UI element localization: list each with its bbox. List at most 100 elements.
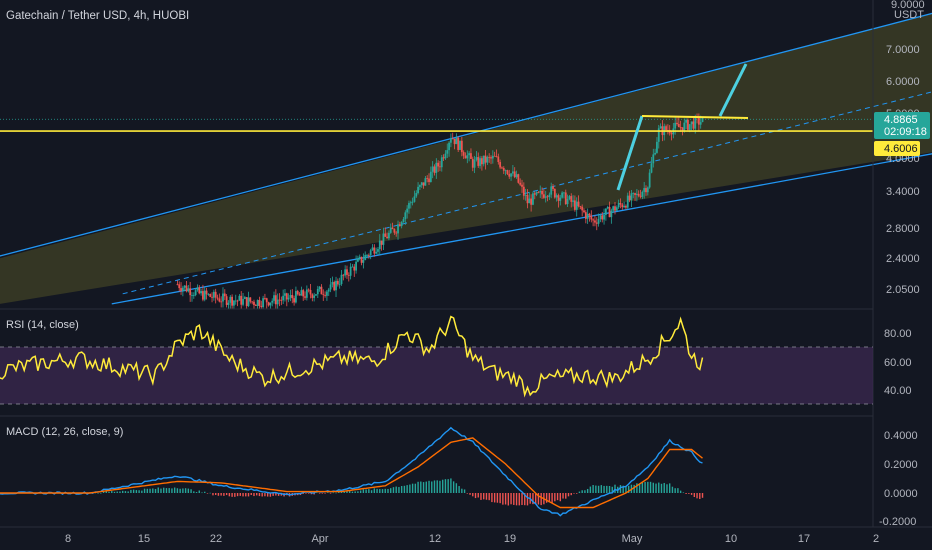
rsi-tick: 60.00 — [884, 357, 912, 369]
rsi-band-fill — [0, 347, 873, 404]
time-tick: 10 — [725, 533, 737, 545]
macd-histogram-bar — [198, 490, 200, 493]
macd-histogram-bar — [679, 490, 682, 493]
macd-histogram-bar — [195, 492, 198, 493]
macd-histogram-bar — [406, 485, 408, 493]
macd-histogram-bar — [362, 489, 365, 493]
macd-histogram-bar — [160, 488, 162, 493]
macd-histogram-bar — [576, 493, 578, 494]
macd-histogram-bar — [258, 493, 261, 497]
macd-histogram-bar — [608, 485, 611, 493]
macd-histogram-bar — [513, 493, 515, 505]
macd-histogram-bar — [321, 493, 324, 494]
macd-tick: 0.2000 — [884, 459, 918, 471]
price-tick: 2.8000 — [886, 223, 920, 235]
macd-histogram-bar — [176, 488, 179, 493]
macd-histogram-bar — [163, 487, 165, 493]
macd-histogram-bar — [324, 493, 326, 494]
macd-histogram-bar — [111, 491, 113, 493]
macd-histogram-bar — [239, 493, 242, 496]
macd-histogram-bar — [138, 490, 140, 493]
macd-histogram-bar — [373, 488, 376, 493]
macd-histogram-bar — [671, 486, 674, 493]
macd-histogram-bar — [245, 493, 247, 497]
macd-histogram-bar — [491, 493, 493, 503]
macd-histogram-bar — [499, 493, 501, 504]
candle[interactable] — [517, 173, 520, 184]
candle[interactable] — [553, 188, 556, 199]
macd-histogram-bar — [570, 493, 572, 496]
macd-histogram-bar — [433, 480, 436, 493]
candle[interactable] — [457, 136, 460, 152]
macd-histogram-bar — [212, 493, 214, 496]
price-tick: 7.0000 — [886, 44, 920, 56]
macd-histogram-bar — [168, 488, 170, 493]
macd-histogram-bar — [329, 493, 332, 494]
macd-histogram-bar — [682, 492, 685, 494]
macd-histogram-bar — [108, 491, 110, 493]
price-tick: 3.4000 — [886, 186, 920, 198]
macd-histogram-bar — [105, 491, 107, 493]
macd-histogram-bar — [554, 493, 556, 502]
macd-histogram-bar — [597, 485, 600, 493]
macd-histogram-bar — [488, 493, 490, 501]
macd-histogram-bar — [701, 493, 704, 498]
macd-histogram-bar — [154, 488, 157, 493]
price-tick: 2.0500 — [886, 284, 920, 296]
price-axis-unit: USDT — [894, 9, 924, 21]
macd-tick: 0.4000 — [884, 430, 918, 442]
macd-histogram-bar — [480, 493, 482, 500]
candle[interactable] — [333, 280, 336, 292]
macd-tick: -0.2000 — [879, 516, 916, 528]
macd-histogram-bar — [152, 488, 154, 493]
last-price-tag: 4.8865 02:09:18 — [874, 112, 930, 139]
macd-histogram-bar — [581, 490, 583, 493]
macd-histogram-bar — [699, 493, 701, 500]
macd-histogram-bar — [515, 493, 518, 506]
macd-histogram-bar — [225, 493, 228, 496]
macd-histogram-bar — [390, 488, 392, 493]
macd-histogram-bar — [392, 487, 395, 493]
symbol-title: Gatechain / Tether USD, 4h, HUOBI — [6, 10, 189, 22]
level-price-tag: 4.6006 — [874, 141, 920, 156]
macd-histogram-bar — [157, 487, 159, 493]
macd-histogram-bar — [264, 493, 266, 497]
macd-histogram-bar — [693, 493, 696, 497]
macd-histogram-bar — [184, 488, 187, 493]
macd-histogram-bar — [307, 493, 310, 494]
macd-histogram-bar — [242, 493, 244, 497]
macd-histogram-bar — [165, 488, 168, 493]
macd-histogram-bar — [403, 485, 406, 493]
macd-histogram-bar — [688, 493, 690, 494]
macd-histogram-bar — [179, 488, 181, 493]
macd-histogram-bar — [696, 493, 698, 499]
macd-histogram-bar — [365, 489, 367, 493]
macd-histogram-bar — [113, 491, 116, 493]
level-price-value: 4.6006 — [884, 143, 918, 155]
macd-histogram-bar — [357, 491, 359, 493]
macd-histogram-bar — [504, 493, 507, 505]
macd-histogram-bar — [130, 489, 132, 493]
macd-histogram-bar — [472, 493, 474, 497]
macd-histogram-bar — [444, 479, 447, 493]
macd-histogram-bar — [674, 488, 676, 493]
macd-histogram-bar — [236, 493, 239, 497]
candle[interactable] — [532, 191, 534, 206]
macd-histogram-bar — [250, 493, 252, 496]
macd-histogram-bar — [368, 489, 370, 493]
candle[interactable] — [687, 118, 689, 131]
macd-histogram-bar — [652, 482, 654, 493]
macd-histogram-bar — [217, 493, 220, 496]
macd-histogram-bar — [141, 490, 143, 493]
macd-histogram-bar — [223, 493, 225, 496]
macd-histogram-bar — [586, 488, 589, 493]
rsi-tick: 80.00 — [884, 328, 912, 340]
macd-histogram-bar — [132, 489, 135, 493]
macd-histogram-bar — [518, 493, 520, 506]
candle[interactable] — [459, 140, 461, 151]
macd-histogram-bar — [466, 493, 469, 494]
macd-histogram-bar — [633, 484, 635, 493]
macd-histogram-bar — [551, 493, 553, 503]
macd-histogram-bar — [690, 493, 693, 495]
trading-chart[interactable]: Gatechain / Tether USD, 4h, HUOBI RSI (1… — [0, 0, 932, 550]
